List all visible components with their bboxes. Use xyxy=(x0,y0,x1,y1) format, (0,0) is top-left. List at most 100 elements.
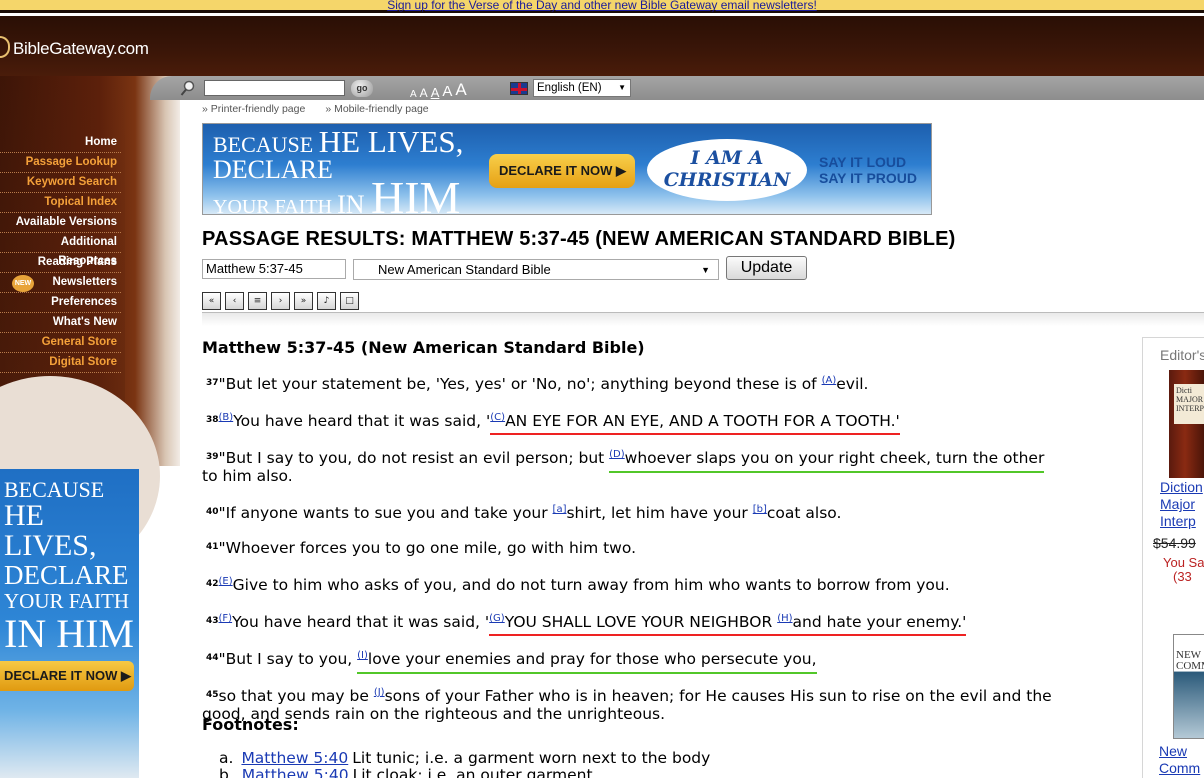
book-title-line: Major xyxy=(1160,496,1196,512)
verse-text: coat also. xyxy=(766,504,842,522)
banner-text: CHRISTIAN xyxy=(663,169,791,191)
sidebar-item-available-versions[interactable]: Available Versions xyxy=(0,213,121,233)
update-button[interactable]: Update xyxy=(726,256,807,280)
book-title-line: New xyxy=(1159,743,1188,759)
banner-text: SAY IT LOUD xyxy=(819,154,907,170)
verse-text: evil. xyxy=(836,375,869,393)
cross-reference-link[interactable]: (C) xyxy=(490,412,505,423)
site-logo[interactable]: BibleGateway.com xyxy=(0,36,149,59)
book-title-line: Diction xyxy=(1160,479,1203,495)
sidebar-item-passage-lookup[interactable]: Passage Lookup xyxy=(0,153,121,173)
cross-reference-link[interactable]: (G) xyxy=(489,613,505,624)
verse-44: 44"But I say to you, (I)love your enemie… xyxy=(202,647,1132,674)
verse-number: 39 xyxy=(206,452,219,462)
verse-38: 38(B)You have heard that it was said, '(… xyxy=(202,409,1132,435)
logo-text: BibleGateway.com xyxy=(13,39,149,58)
printer-friendly-link[interactable]: » Printer-friendly page xyxy=(202,103,305,115)
sidebar-item-whats-new[interactable]: What's New xyxy=(0,313,121,333)
footnote-link[interactable]: [a] xyxy=(553,504,567,515)
footnote-marker: a. xyxy=(219,749,234,767)
cross-reference-link[interactable]: (A) xyxy=(822,375,837,386)
font-size-medium[interactable]: A xyxy=(431,85,440,100)
version-select[interactable]: New American Standard Bible ▼ xyxy=(353,259,719,280)
sidebar-item-reading-plans[interactable]: Reading Plans xyxy=(0,253,121,273)
verse-42: 42(E)Give to him who asks of you, and do… xyxy=(202,573,1132,594)
cross-reference-link[interactable]: (E) xyxy=(219,576,233,587)
verse-37: 37"But let your statement be, 'Yes, yes'… xyxy=(202,372,1132,393)
ad-line: DECLARE xyxy=(4,560,129,590)
search-icon xyxy=(180,80,195,96)
search-input[interactable] xyxy=(204,80,345,96)
sidebar-item-additional-resources[interactable]: Additional Resources xyxy=(0,233,121,267)
book-savings: You Sa (33 xyxy=(1163,556,1204,584)
next-chapter-icon[interactable]: » xyxy=(294,292,313,310)
sidebar-item-general-store[interactable]: General Store xyxy=(0,333,121,353)
verse-text-highlighted: AN EYE FOR AN EYE, AND A TOOTH FOR A TOO… xyxy=(505,412,900,430)
book-cover-image[interactable]: NEW COMM xyxy=(1173,634,1204,739)
verse-text: "But I say to you, do not resist an evil… xyxy=(218,449,610,467)
font-size-xlarge[interactable]: A xyxy=(455,80,466,99)
sidebar-item-newsletters[interactable]: NEW Newsletters xyxy=(0,273,121,293)
sidebar-item-preferences[interactable]: Preferences xyxy=(0,293,121,313)
sidebar-item-home[interactable]: Home xyxy=(0,133,121,153)
banner-slogan: SAY IT LOUD SAY IT PROUD xyxy=(819,154,917,186)
footnote-reference-link[interactable]: Matthew 5:40 xyxy=(241,749,348,767)
savings-line: You Sa xyxy=(1163,555,1204,570)
footnote-item: b. Matthew 5:40 Lit cloak; i.e. an outer g… xyxy=(219,766,593,778)
verse-number: 41 xyxy=(206,542,219,552)
footnote-link[interactable]: [b] xyxy=(753,504,767,515)
newsletter-signup-link[interactable]: Sign up for the Verse of the Day and oth… xyxy=(387,0,817,12)
mobile-friendly-link[interactable]: » Mobile-friendly page xyxy=(325,103,428,115)
audio-icon[interactable]: ♪ xyxy=(317,292,336,310)
cross-reference-link[interactable]: (B) xyxy=(219,412,234,423)
sidebar-item-keyword-search[interactable]: Keyword Search xyxy=(0,173,121,193)
verse-43: 43(F)You have heard that it was said, '(… xyxy=(202,610,1132,636)
go-button[interactable]: go xyxy=(351,80,373,97)
sidebar-item-digital-store[interactable]: Digital Store xyxy=(0,353,121,373)
verse-41: 41"Whoever forces you to go one mile, go… xyxy=(202,538,1132,557)
banner-text: HE LIVES, xyxy=(318,124,464,159)
font-size-xsmall[interactable]: A xyxy=(410,89,417,100)
verse-text: "Whoever forces you to go one mile, go w… xyxy=(218,539,636,557)
ad-line: YOUR FAITH xyxy=(4,589,130,613)
verse-number: 43 xyxy=(206,616,219,626)
verse-text-highlighted: whoever slaps you on your right cheek, t… xyxy=(624,449,1045,467)
book-title-link[interactable]: New Comm xyxy=(1159,743,1200,777)
book-cover-text: NEW COMM xyxy=(1176,649,1204,672)
cross-reference-link[interactable]: (I) xyxy=(357,650,368,661)
ad-cta-button[interactable]: DECLARE IT NOW ▶ xyxy=(0,661,134,691)
verse-text: "But I say to you, xyxy=(218,650,358,668)
cross-reference-link[interactable]: (F) xyxy=(219,613,233,624)
book-title-link[interactable]: Diction Major Interp xyxy=(1160,479,1203,530)
footnote-text: Lit tunic; i.e. a garment worn next to t… xyxy=(352,749,711,767)
sidebar-item-topical-index[interactable]: Topical Index xyxy=(0,193,121,213)
comment-icon[interactable]: □ xyxy=(340,292,359,310)
banner-oval: I AM A CHRISTIAN xyxy=(647,139,807,201)
chevron-down-icon: ▼ xyxy=(701,265,710,275)
font-size-large[interactable]: A xyxy=(442,83,452,100)
savings-line: (33 xyxy=(1173,569,1192,584)
page-title: PASSAGE RESULTS: MATTHEW 5:37-45 (NEW AM… xyxy=(202,228,956,250)
footnote-reference-link[interactable]: Matthew 5:40 xyxy=(242,766,349,778)
book-cover-image[interactable]: Dicti MAJOR INTERP xyxy=(1169,370,1204,478)
full-chapter-icon[interactable]: ≡ xyxy=(248,292,267,310)
previous-chapter-icon[interactable]: « xyxy=(202,292,221,310)
cross-reference-link[interactable]: (J) xyxy=(374,687,385,698)
cross-reference-link[interactable]: (H) xyxy=(777,613,792,624)
language-select[interactable]: English (EN) ▼ xyxy=(533,79,631,97)
passage-heading: Matthew 5:37-45 (New American Standard B… xyxy=(202,338,645,357)
logo-icon xyxy=(0,36,10,58)
next-icon[interactable]: › xyxy=(271,292,290,310)
top-banner-ad[interactable]: BECAUSE HE LIVES, DECLARE YOUR FAITH IN … xyxy=(202,123,932,215)
font-size-small[interactable]: A xyxy=(420,86,428,100)
previous-icon[interactable]: ‹ xyxy=(225,292,244,310)
book-price: $54.99 xyxy=(1153,535,1196,551)
verse-text: to him also. xyxy=(202,467,293,485)
left-side-ad[interactable]: BECAUSE HE LIVES, DECLARE YOUR FAITH IN … xyxy=(0,469,139,778)
banner-text: I AM A xyxy=(690,147,764,169)
banner-text: SAY IT PROUD xyxy=(819,170,918,186)
banner-cta-button[interactable]: DECLARE IT NOW ▶ xyxy=(489,154,635,188)
passage-reference-input[interactable]: Matthew 5:37-45 xyxy=(202,259,346,279)
editors-heading: Editor's xyxy=(1160,347,1204,363)
cross-reference-link[interactable]: (D) xyxy=(609,449,625,460)
